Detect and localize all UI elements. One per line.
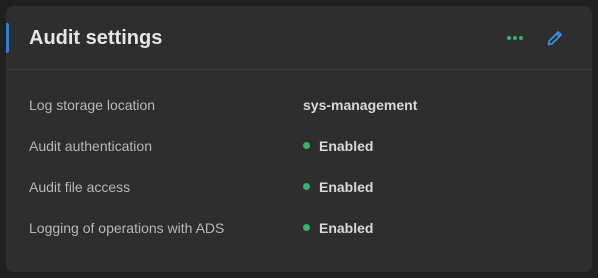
setting-label: Logging of operations with ADS (29, 219, 225, 236)
status-dot-icon (303, 183, 310, 190)
header-actions (502, 25, 568, 51)
setting-value-text: sys-management (303, 96, 418, 113)
card-title: Audit settings (29, 27, 163, 49)
status-dot-icon (303, 224, 310, 231)
settings-row: Audit file access Enabled (29, 166, 572, 207)
setting-value: Enabled (303, 220, 373, 236)
setting-value-text: Enabled (319, 178, 374, 195)
more-horizontal-icon (507, 36, 523, 40)
setting-value: Enabled (303, 179, 373, 195)
setting-value-text: Enabled (319, 219, 374, 236)
setting-value-text: Enabled (319, 137, 374, 154)
pencil-icon (547, 31, 562, 46)
accent-bar (6, 23, 9, 53)
more-options-button[interactable] (502, 25, 528, 51)
edit-button[interactable] (542, 25, 568, 51)
audit-settings-card: Audit settings Log storage location sys-… (6, 6, 592, 272)
setting-value: sys-management (303, 97, 417, 113)
settings-row: Logging of operations with ADS Enabled (29, 207, 572, 248)
setting-label: Audit file access (29, 178, 131, 195)
settings-list: Log storage location sys-management Audi… (29, 84, 572, 248)
settings-row: Log storage location sys-management (29, 84, 572, 125)
setting-value: Enabled (303, 138, 373, 154)
setting-label: Audit authentication (29, 137, 152, 154)
status-dot-icon (303, 142, 310, 149)
card-header: Audit settings (6, 6, 592, 70)
settings-row: Audit authentication Enabled (29, 125, 572, 166)
setting-label: Log storage location (29, 96, 156, 113)
